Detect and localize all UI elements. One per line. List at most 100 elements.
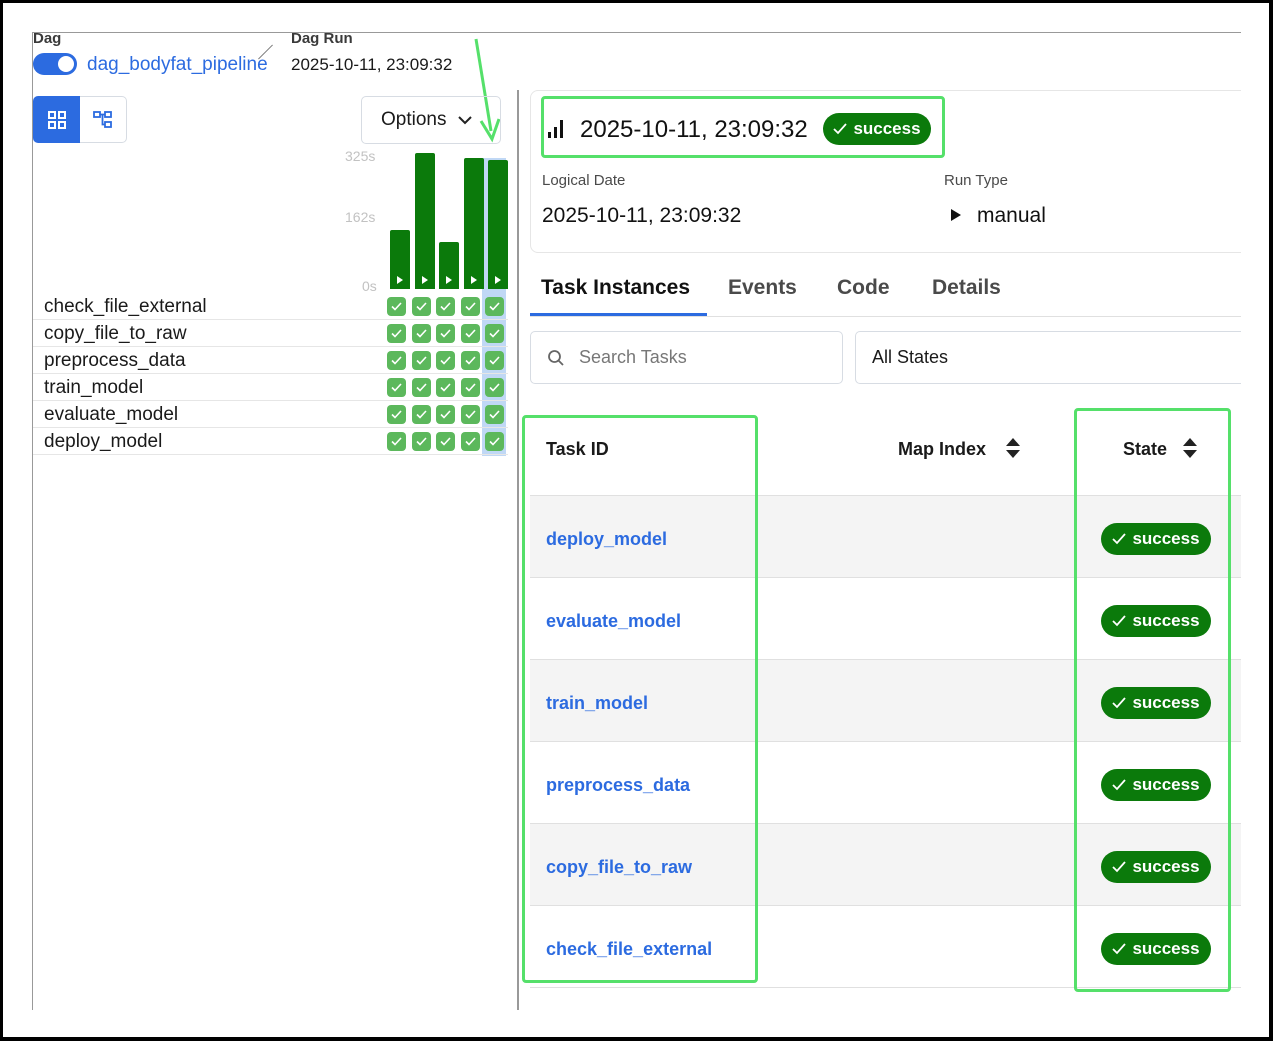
dag-run-date[interactable]: 2025-10-11, 23:09:32 xyxy=(291,55,452,75)
task-instance-cell[interactable] xyxy=(387,324,406,343)
options-button[interactable]: Options xyxy=(361,96,501,144)
tab-events[interactable]: Events xyxy=(728,276,797,300)
check-icon xyxy=(464,383,476,392)
task-instance-cell[interactable] xyxy=(411,378,431,397)
task-instance-cell[interactable] xyxy=(387,378,406,397)
task-instance-cell[interactable] xyxy=(411,297,431,316)
tab-details[interactable]: Details xyxy=(932,276,1001,300)
panel-divider[interactable] xyxy=(517,90,519,1010)
check-icon xyxy=(489,437,500,446)
check-icon xyxy=(415,437,427,446)
run-type-label: Run Type xyxy=(944,172,1008,189)
search-tasks-input[interactable]: Search Tasks xyxy=(530,331,843,384)
check-icon xyxy=(489,356,500,365)
check-icon xyxy=(489,410,500,419)
axis-tick-zero: 0s xyxy=(362,278,377,294)
play-icon xyxy=(470,276,477,284)
dag-run-label: Dag Run xyxy=(291,30,353,47)
task-instance-cell[interactable] xyxy=(411,351,431,370)
task-instance-cell[interactable] xyxy=(485,297,504,316)
play-icon xyxy=(446,276,452,284)
task-instance-cell[interactable] xyxy=(485,432,504,451)
run-state-text: success xyxy=(853,119,921,138)
task-row[interactable]: deploy_model xyxy=(33,428,508,455)
dag-pause-toggle[interactable] xyxy=(33,53,77,75)
check-icon xyxy=(464,410,476,419)
task-instance-cell[interactable] xyxy=(387,297,406,316)
check-icon xyxy=(391,356,402,365)
check-icon xyxy=(489,383,500,392)
task-row[interactable]: preprocess_data xyxy=(33,347,508,374)
run-duration-bar[interactable] xyxy=(439,242,459,289)
chevron-down-icon xyxy=(458,116,473,125)
task-instance-cell[interactable] xyxy=(485,378,504,397)
check-icon xyxy=(489,302,500,311)
check-icon xyxy=(391,383,402,392)
task-instance-cell[interactable] xyxy=(460,432,480,451)
task-name[interactable]: deploy_model xyxy=(44,431,162,452)
check-icon xyxy=(464,437,476,446)
run-duration-bar[interactable] xyxy=(390,230,410,289)
task-grid: check_file_external copy_file_to_rawprepr… xyxy=(33,293,508,455)
check-icon xyxy=(440,302,451,311)
task-instance-cell[interactable] xyxy=(387,351,406,370)
task-instance-cell[interactable] xyxy=(485,351,504,370)
task-instance-cell[interactable] xyxy=(485,405,504,424)
state-filter-select[interactable]: All States xyxy=(855,331,1255,384)
graph-view-button[interactable] xyxy=(80,96,127,143)
task-row[interactable]: evaluate_model xyxy=(33,401,508,428)
task-instance-cell[interactable] xyxy=(436,405,455,424)
dag-label: Dag xyxy=(33,30,62,47)
task-row[interactable]: check_file_external xyxy=(33,293,508,320)
task-instance-cell[interactable] xyxy=(436,432,455,451)
task-instance-cell[interactable] xyxy=(387,432,406,451)
task-name[interactable]: preprocess_data xyxy=(44,350,186,371)
task-instance-cell[interactable] xyxy=(411,432,431,451)
check-icon xyxy=(391,329,402,338)
check-icon xyxy=(440,410,451,419)
tab-code[interactable]: Code xyxy=(837,276,890,300)
check-icon xyxy=(415,410,427,419)
check-icon xyxy=(833,123,848,135)
task-instance-cell[interactable] xyxy=(436,324,455,343)
task-instance-cell[interactable] xyxy=(460,351,480,370)
task-instance-cell[interactable] xyxy=(411,324,431,343)
check-icon xyxy=(440,356,451,365)
task-instance-cell[interactable] xyxy=(460,378,480,397)
check-icon xyxy=(391,437,402,446)
task-name[interactable]: copy_file_to_raw xyxy=(44,323,187,344)
task-name[interactable]: evaluate_model xyxy=(44,404,178,425)
highlight-state-column xyxy=(1074,408,1231,992)
run-duration-bar[interactable] xyxy=(463,158,484,289)
grid-icon xyxy=(47,110,66,129)
task-row[interactable]: train_model xyxy=(33,374,508,401)
task-instance-cell[interactable] xyxy=(460,324,480,343)
task-instance-cell[interactable] xyxy=(460,297,480,316)
task-row[interactable]: copy_file_to_raw xyxy=(33,320,508,347)
grid-view-button[interactable] xyxy=(33,96,80,143)
check-icon xyxy=(391,302,402,311)
task-name[interactable]: check_file_external xyxy=(44,296,207,317)
check-icon xyxy=(464,329,476,338)
header-map-index[interactable]: Map Index xyxy=(898,439,986,460)
sort-icon[interactable] xyxy=(1005,437,1021,459)
task-name[interactable]: train_model xyxy=(44,377,143,398)
run-type-value: manual xyxy=(977,204,1046,227)
tab-task-instances[interactable]: Task Instances xyxy=(541,276,690,300)
task-instance-cell[interactable] xyxy=(436,297,455,316)
run-duration-bar[interactable] xyxy=(414,153,435,289)
check-icon xyxy=(415,329,427,338)
task-instance-cell[interactable] xyxy=(411,405,431,424)
task-instance-cell[interactable] xyxy=(387,405,406,424)
task-instance-cell[interactable] xyxy=(485,324,504,343)
left-divider xyxy=(32,32,33,1010)
task-instance-cell[interactable] xyxy=(460,405,480,424)
dag-name-link[interactable]: dag_bodyfat_pipeline xyxy=(87,54,268,76)
logical-date-value: 2025-10-11, 23:09:32 xyxy=(542,204,742,227)
task-instance-cell[interactable] xyxy=(436,351,455,370)
task-instance-cell[interactable] xyxy=(436,378,455,397)
run-duration-bar[interactable] xyxy=(488,160,508,289)
bar-chart-icon xyxy=(548,120,563,138)
axis-tick-max: 325s xyxy=(345,148,376,164)
play-icon xyxy=(397,276,403,284)
